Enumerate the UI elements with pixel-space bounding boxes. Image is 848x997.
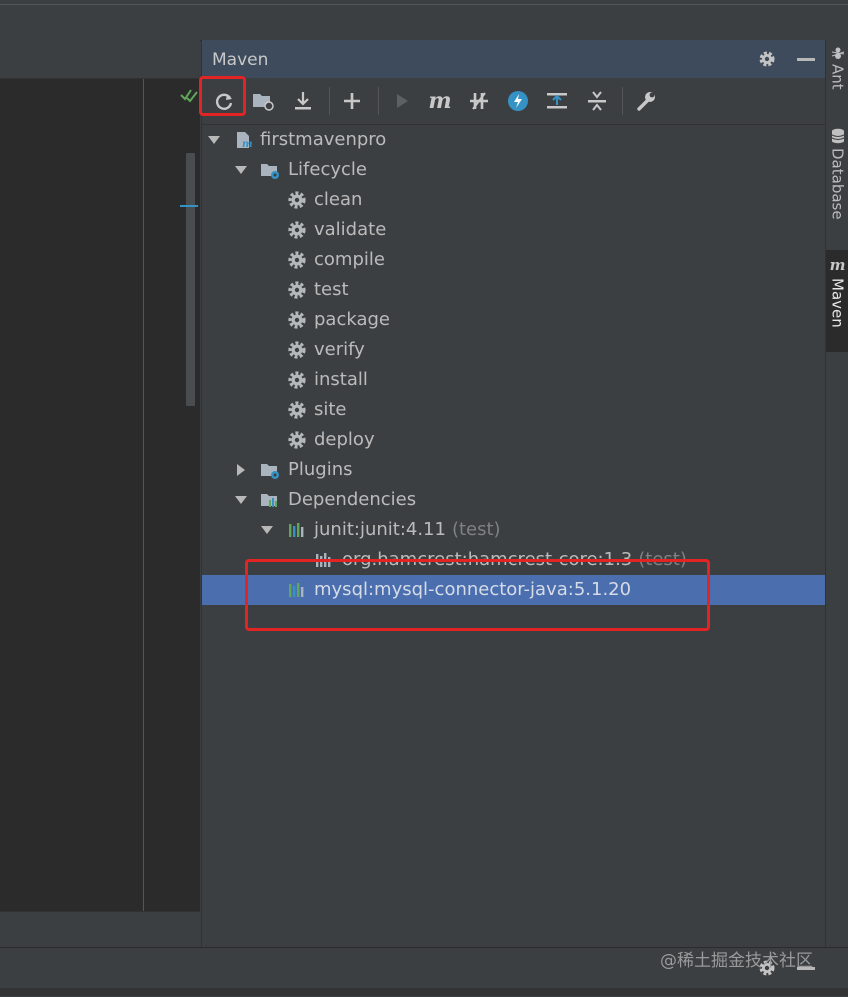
tree-node-dependency[interactable]: junit:junit:4.11 (test) xyxy=(202,515,826,545)
run-icon[interactable] xyxy=(389,88,415,114)
tree-node-lifecycle[interactable]: Lifecycle xyxy=(202,155,826,185)
tab-database-label: Database xyxy=(828,148,847,220)
toolbar-separator xyxy=(622,87,623,115)
tree-node-goal-compile[interactable]: compile xyxy=(202,245,826,275)
gear-icon[interactable] xyxy=(757,49,777,69)
editor-scroll-marker xyxy=(180,205,198,207)
tree-node-goal-verify[interactable]: verify xyxy=(202,335,826,365)
database-icon xyxy=(831,128,844,144)
maven-project-icon: m xyxy=(237,132,253,150)
chevron-down-icon[interactable] xyxy=(207,133,221,147)
gear-icon xyxy=(287,280,307,300)
maven-projects-tree: m firstmavenpro Lifecycle Plugins Depend… xyxy=(202,125,826,947)
chevron-right-icon[interactable] xyxy=(234,463,248,477)
window-top-strip xyxy=(0,0,848,41)
tree-node-plugins[interactable]: Plugins xyxy=(202,455,826,485)
dependencies-folder-icon xyxy=(261,494,277,507)
editor-right-margin-line xyxy=(143,79,144,911)
svg-text:m: m xyxy=(242,139,253,150)
goal-label: install xyxy=(314,369,368,390)
gear-icon xyxy=(287,400,307,420)
editor-scrollbar[interactable] xyxy=(186,153,195,406)
goal-label: test xyxy=(314,279,349,300)
toolbar-separator xyxy=(329,87,330,115)
toolbar-separator xyxy=(378,87,379,115)
tree-node-goal-validate[interactable]: validate xyxy=(202,215,826,245)
goal-label: verify xyxy=(314,339,365,360)
maven-panel-header: Maven xyxy=(202,40,826,78)
tree-node-goal-test[interactable]: test xyxy=(202,275,826,305)
dependency-scope: (test) xyxy=(451,519,501,540)
plugins-label: Plugins xyxy=(288,459,353,480)
editor-bottom-bar xyxy=(0,911,200,948)
watermark: @稀土掘金技术社区 xyxy=(660,951,813,971)
tree-node-project[interactable]: m firstmavenpro xyxy=(202,125,826,155)
offline-icon[interactable] xyxy=(466,88,492,114)
editor-tabs-bar xyxy=(0,40,200,79)
collapse-icon[interactable] xyxy=(584,88,610,114)
tab-database[interactable]: Database xyxy=(826,128,848,220)
download-icon[interactable] xyxy=(290,88,316,114)
inspection-ok-icon[interactable] xyxy=(178,84,200,106)
maven-m-icon: m xyxy=(829,256,846,274)
editor-area[interactable] xyxy=(0,79,200,911)
tab-ant-label: Ant xyxy=(828,64,847,90)
plugins-folder-icon xyxy=(261,464,279,479)
plus-icon[interactable] xyxy=(339,88,365,114)
goal-label: deploy xyxy=(314,429,375,450)
goal-label: site xyxy=(314,399,347,420)
lifecycle-label: Lifecycle xyxy=(288,159,367,180)
gear-icon xyxy=(287,250,307,270)
tree-node-goal-clean[interactable]: clean xyxy=(202,185,826,215)
tab-maven-label: Maven xyxy=(828,278,847,328)
gear-icon xyxy=(287,310,307,330)
chevron-down-icon[interactable] xyxy=(260,523,274,537)
gear-icon xyxy=(287,190,307,210)
gear-icon xyxy=(287,430,307,450)
tree-node-goal-install[interactable]: install xyxy=(202,365,826,395)
goal-label: compile xyxy=(314,249,385,270)
tab-ant[interactable]: Ant xyxy=(826,46,848,90)
gear-icon xyxy=(287,370,307,390)
panel-title: Maven xyxy=(212,50,269,70)
highlight-box-dependency xyxy=(245,559,710,631)
library-icon xyxy=(289,523,304,537)
maven-toolbar: m xyxy=(202,78,826,125)
right-tool-strip: Ant Database m Maven xyxy=(825,40,848,947)
tree-node-goal-package[interactable]: package xyxy=(202,305,826,335)
status-bar-bottom xyxy=(0,988,848,996)
project-name: firstmavenpro xyxy=(260,129,387,150)
lifecycle-folder-icon xyxy=(261,164,279,179)
tree-node-goal-site[interactable]: site xyxy=(202,395,826,425)
highlight-box-refresh xyxy=(199,76,246,116)
tab-maven[interactable]: m Maven xyxy=(826,250,848,352)
dependencies-label: Dependencies xyxy=(288,489,417,510)
ant-icon xyxy=(831,47,844,59)
folder-refresh-icon[interactable] xyxy=(250,88,276,114)
goal-label: clean xyxy=(314,189,363,210)
tree-node-dependencies[interactable]: Dependencies xyxy=(202,485,826,515)
wrench-icon[interactable] xyxy=(633,88,659,114)
lightning-icon[interactable] xyxy=(505,88,531,114)
chevron-down-icon[interactable] xyxy=(234,163,248,177)
gear-icon xyxy=(287,340,307,360)
dependencies-diagram-icon[interactable] xyxy=(544,88,570,114)
maven-tool-window: Maven m m firstmavenpro Lifecycle Plugin… xyxy=(201,40,826,947)
maven-m-icon[interactable]: m xyxy=(427,88,453,114)
goal-label: package xyxy=(314,309,390,330)
dependency-name: junit:junit:4.11 xyxy=(314,519,446,540)
chevron-down-icon[interactable] xyxy=(234,493,248,507)
tree-node-goal-deploy[interactable]: deploy xyxy=(202,425,826,455)
goal-label: validate xyxy=(314,219,387,240)
gear-icon xyxy=(287,220,307,240)
minimize-icon[interactable] xyxy=(797,58,815,61)
